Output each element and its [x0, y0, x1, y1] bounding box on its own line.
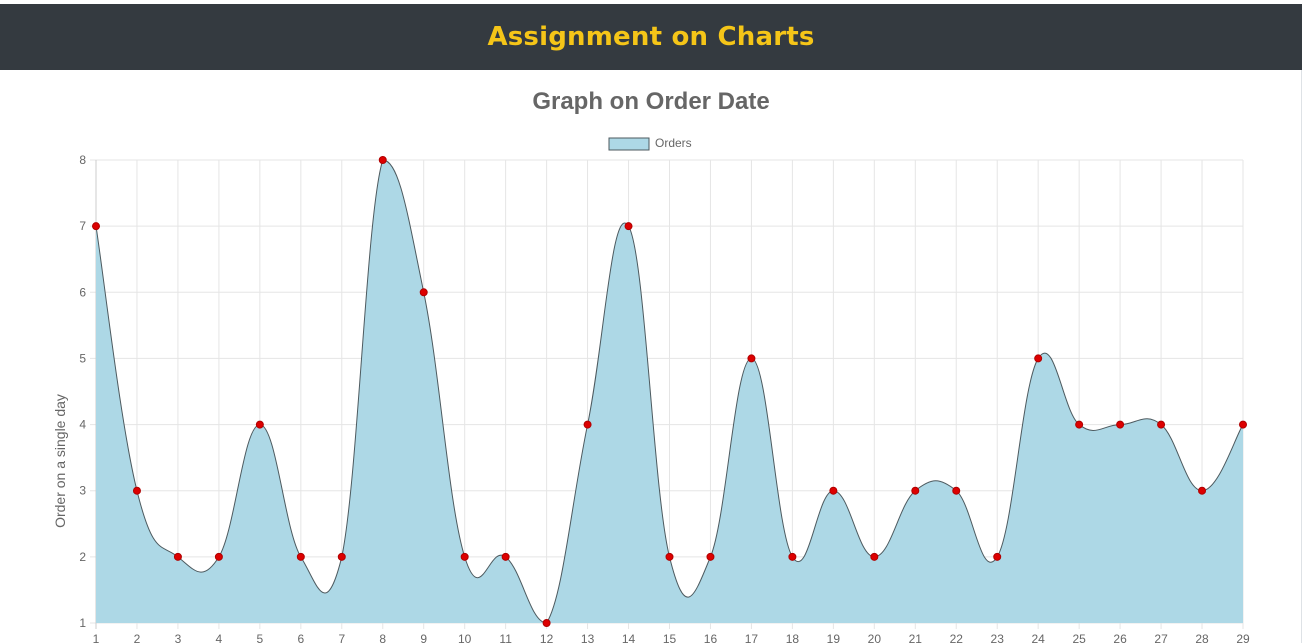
data-point: [173, 552, 182, 561]
x-tick-label: 16: [704, 632, 718, 643]
data-point: [1198, 486, 1207, 495]
data-point: [296, 552, 305, 561]
y-tick-label: 3: [79, 484, 86, 498]
x-tick-label: 19: [827, 632, 841, 643]
x-tick-label: 9: [420, 632, 427, 643]
data-point: [1157, 420, 1166, 429]
data-point: [501, 552, 510, 561]
x-tick-label: 5: [257, 632, 264, 643]
page-title: Assignment on Charts: [487, 22, 815, 52]
x-tick-label: 2: [134, 632, 141, 643]
x-tick-label: 29: [1236, 632, 1250, 643]
x-tick-label: 27: [1154, 632, 1168, 643]
y-tick-label: 2: [79, 550, 86, 564]
data-point: [1116, 420, 1125, 429]
y-tick-label: 1: [79, 616, 86, 630]
x-tick-label: 15: [663, 632, 677, 643]
x-tick-label: 28: [1195, 632, 1209, 643]
data-point: [952, 486, 961, 495]
data-point: [255, 420, 264, 429]
x-tick-label: 4: [216, 632, 223, 643]
x-tick-label: 7: [338, 632, 345, 643]
data-point: [993, 552, 1002, 561]
data-point: [132, 486, 141, 495]
data-point: [419, 288, 428, 297]
x-tick-label: 24: [1031, 632, 1045, 643]
y-tick-label: 4: [79, 418, 86, 432]
data-point: [829, 486, 838, 495]
x-tick-label: 14: [622, 632, 636, 643]
x-tick-label: 21: [909, 632, 923, 643]
data-point: [624, 222, 633, 231]
x-tick-label: 23: [991, 632, 1005, 643]
data-point: [788, 552, 797, 561]
data-point: [214, 552, 223, 561]
x-tick-label: 18: [786, 632, 800, 643]
data-point: [870, 552, 879, 561]
data-point: [542, 619, 551, 627]
data-point: [1075, 420, 1084, 429]
y-tick-label: 7: [79, 219, 86, 233]
legend-label-orders: Orders: [655, 136, 692, 150]
data-point: [911, 486, 920, 495]
data-point: [337, 552, 346, 561]
x-tick-label: 22: [950, 632, 964, 643]
page: Assignment on Charts Graph on Order Date…: [0, 0, 1302, 643]
y-axis-ticks: 1 2 3 4 5 6 7 8: [79, 153, 86, 630]
data-point: [92, 222, 100, 231]
y-tick-label: 8: [79, 153, 86, 167]
x-tick-label: 1: [93, 632, 100, 643]
x-tick-label: 12: [540, 632, 554, 643]
y-tick-label: 5: [79, 351, 86, 365]
data-point: [1034, 354, 1043, 363]
x-tick-label: 13: [581, 632, 595, 643]
y-axis-title: Order on a single day: [52, 394, 68, 528]
data-point: [706, 552, 715, 561]
data-point: [460, 552, 469, 561]
x-axis-ticks: 1 2 3 4 5 6 7 8 9 10 11 12 13 14 15 16 17 18 19 20 21 22 23 24 2…: [93, 632, 1250, 643]
order-date-chart: Graph on Order Date Orders 12345678 1234…: [52, 88, 1250, 643]
data-point: [747, 354, 756, 363]
data-point: [665, 552, 674, 561]
x-tick-label: 10: [458, 632, 472, 643]
x-tick-label: 11: [499, 632, 512, 643]
legend-swatch-orders: [608, 137, 650, 151]
x-tick-label: 25: [1072, 632, 1086, 643]
chart-title: Graph on Order Date: [532, 88, 769, 115]
x-tick-label: 17: [745, 632, 759, 643]
x-tick-label: 8: [379, 632, 386, 643]
chart-legend[interactable]: Orders: [608, 136, 692, 151]
x-tick-label: 26: [1113, 632, 1127, 643]
x-tick-label: 6: [297, 632, 304, 643]
data-point: [583, 420, 592, 429]
data-point: [378, 156, 387, 164]
x-tick-label: 20: [868, 632, 882, 643]
data-point: [1239, 420, 1247, 429]
x-tick-label: 3: [175, 632, 182, 643]
y-tick-label: 6: [79, 285, 86, 299]
app-header: Assignment on Charts: [0, 4, 1302, 70]
